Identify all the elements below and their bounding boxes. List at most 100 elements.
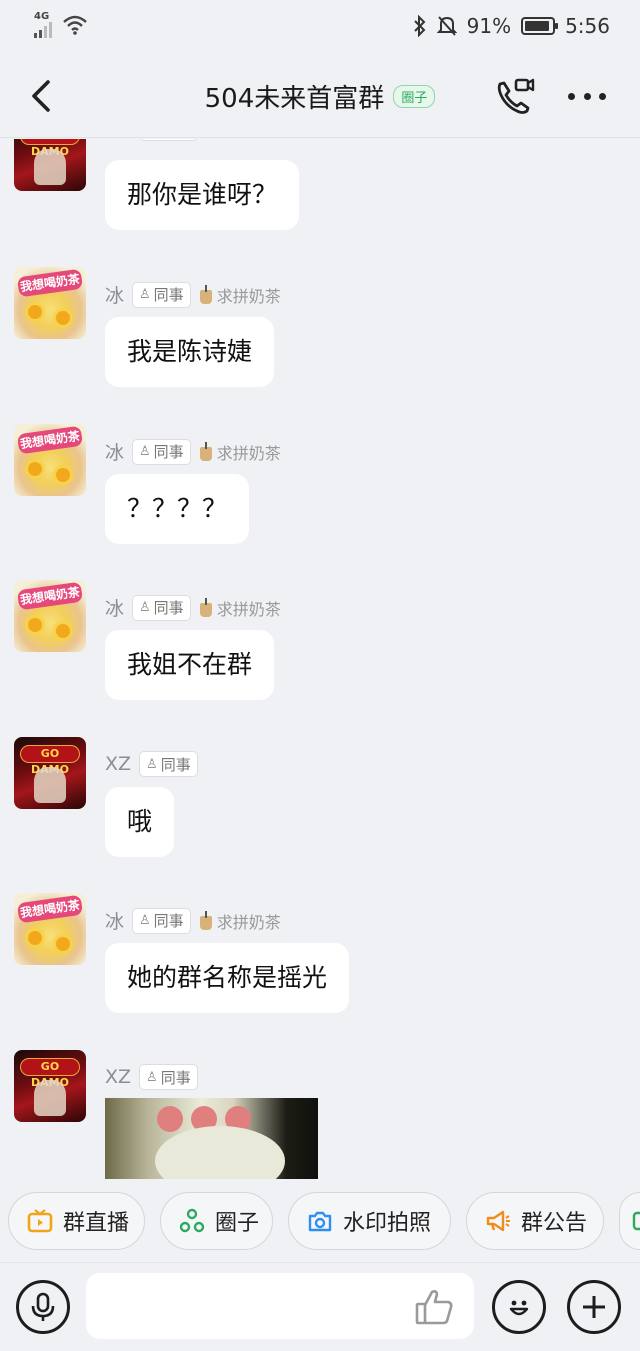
sticker-image[interactable]	[105, 1098, 318, 1179]
quick-action-live[interactable]: 群直播	[8, 1192, 145, 1250]
message-bubble[interactable]: 哦	[105, 787, 175, 857]
avatar-text: 我想喝奶茶	[16, 581, 84, 611]
avatar-figure	[34, 149, 66, 185]
more-button[interactable]	[562, 78, 612, 114]
message-list[interactable]: GO DAMO XZ ♙同事 那你是谁呀？ 我想喝奶茶 冰 ♙同事 求拼奶茶 我…	[0, 139, 640, 1179]
sender-name[interactable]: 冰	[105, 594, 124, 621]
member-title: 求拼奶茶	[199, 283, 281, 307]
call-button[interactable]	[492, 74, 538, 120]
live-tv-icon	[27, 1209, 53, 1233]
microphone-icon	[31, 1292, 55, 1321]
camera-icon	[308, 1211, 332, 1232]
clock: 5:56	[565, 14, 610, 38]
more-dot	[568, 92, 575, 100]
more-dot	[599, 92, 606, 100]
avatar-xz[interactable]: GO DAMO	[14, 1050, 86, 1122]
title-area[interactable]: 504未来首富群 圈子	[0, 78, 640, 115]
avatar-text: GO DAMO	[20, 1058, 80, 1089]
sender-row: 冰 ♙ 同事 求拼奶茶	[105, 438, 281, 465]
sender-name[interactable]: 冰	[105, 438, 124, 465]
person-icon: ♙	[139, 287, 151, 302]
sender-row: XZ ♙同事	[105, 1064, 198, 1090]
member-title-label: 求拼奶茶	[216, 912, 281, 932]
sender-row: 冰 ♙ 同事 求拼奶茶	[105, 281, 281, 308]
quick-actions-bar[interactable]: 群直播 圈子 水印拍照 群公告	[0, 1190, 640, 1252]
member-title-label: 求拼奶茶	[216, 599, 281, 619]
avatar-bing[interactable]: 我想喝奶茶	[14, 424, 86, 496]
sender-name[interactable]: 冰	[105, 281, 124, 308]
sender-row: XZ ♙同事	[105, 751, 198, 777]
avatar-xz[interactable]: GO DAMO	[14, 737, 86, 809]
role-tag: ♙同事	[132, 438, 191, 465]
quick-action-notice[interactable]: 群公告	[466, 1192, 604, 1250]
voice-button[interactable]	[16, 1280, 70, 1334]
status-bar: 4G 91% 5:56	[0, 0, 640, 56]
flower-icon	[56, 311, 70, 325]
member-title: 求拼奶茶	[199, 596, 281, 620]
message-bubble[interactable]: 我姐不在群	[105, 630, 275, 700]
signal-icon	[34, 22, 52, 38]
avatar-bing[interactable]: 我想喝奶茶	[14, 267, 86, 339]
avatar-bing[interactable]: 我想喝奶茶	[14, 580, 86, 652]
emoji-button[interactable]	[492, 1280, 546, 1334]
message-bubble[interactable]: 她的群名称是摇光	[105, 943, 350, 1013]
plus-icon	[583, 1296, 605, 1318]
person-icon: ♙	[146, 756, 158, 772]
plus-button[interactable]	[567, 1280, 621, 1334]
battery-icon	[521, 17, 559, 35]
flower-icon	[28, 618, 42, 632]
flower-icon	[56, 624, 70, 638]
phone-video-icon	[497, 78, 535, 114]
milk-tea-icon	[199, 597, 213, 618]
quick-action-label: 水印拍照	[343, 1211, 432, 1236]
sticker-detail	[157, 1106, 183, 1132]
role-tag-label: 同事	[153, 286, 184, 304]
sender-row: XZ ♙同事	[105, 139, 198, 141]
bluetooth-icon	[413, 15, 426, 37]
role-tag: ♙同事	[139, 751, 198, 777]
message-bubble[interactable]: 我是陈诗婕	[105, 317, 275, 387]
person-icon: ♙	[139, 444, 151, 459]
thumbs-up-icon	[415, 1290, 453, 1325]
sender-row: 冰 ♙ 同事 求拼奶茶	[105, 907, 281, 934]
avatar-figure	[34, 1080, 66, 1116]
like-button[interactable]	[414, 1288, 456, 1326]
flower-icon	[28, 931, 42, 945]
circle-group-icon	[179, 1208, 205, 1233]
avatar-figure	[34, 767, 66, 803]
flower-icon	[56, 468, 70, 482]
message-bubble[interactable]: ？？？？	[105, 474, 250, 544]
avatar-xz[interactable]: GO DAMO	[14, 139, 86, 191]
role-tag: ♙同事	[139, 1064, 198, 1090]
sender-name[interactable]: XZ	[105, 1066, 131, 1088]
sender-name[interactable]: XZ	[105, 753, 131, 775]
role-tag-label: 同事	[160, 1068, 191, 1087]
chat-header: 504未来首富群 圈子	[0, 56, 640, 138]
mute-bell-icon	[436, 16, 457, 36]
quick-action-camera[interactable]: 水印拍照	[288, 1192, 451, 1250]
person-icon: ♙	[139, 913, 151, 928]
megaphone-icon	[486, 1210, 510, 1232]
quick-action-label: 群公告	[521, 1211, 588, 1236]
battery-percent: 91%	[466, 14, 512, 38]
message-bubble[interactable]: 那你是谁呀？	[105, 160, 300, 230]
circle-badge[interactable]: 圈子	[393, 85, 436, 108]
avatar-text: GO DAMO	[20, 745, 80, 776]
avatar-bing[interactable]: 我想喝奶茶	[14, 893, 86, 965]
member-title: 求拼奶茶	[199, 909, 281, 933]
role-tag: ♙同事	[132, 281, 191, 308]
flower-icon	[56, 937, 70, 951]
quick-action-label: 圈子	[215, 1211, 260, 1236]
milk-tea-icon	[199, 284, 213, 305]
sender-name[interactable]: 冰	[105, 907, 124, 934]
member-title-label: 求拼奶茶	[216, 443, 281, 463]
role-tag-label: 同事	[153, 912, 184, 930]
group-title: 504未来首富群	[204, 84, 385, 114]
person-icon: ♙	[139, 600, 151, 615]
avatar-text: 我想喝奶茶	[16, 268, 84, 298]
quick-action-more[interactable]	[619, 1192, 640, 1250]
flower-icon	[28, 305, 42, 319]
avatar-text: 我想喝奶茶	[16, 425, 84, 455]
quick-action-circle[interactable]: 圈子	[160, 1192, 273, 1250]
sticker-detail	[155, 1126, 285, 1179]
